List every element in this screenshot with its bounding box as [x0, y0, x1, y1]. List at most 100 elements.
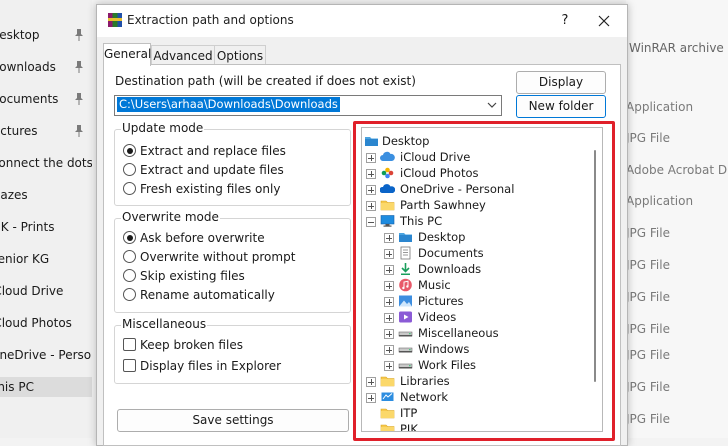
- nav-item[interactable]: Desktop: [0, 25, 92, 45]
- file-type-cell: JPG File: [626, 377, 670, 397]
- nav-item[interactable]: This PC: [0, 377, 92, 397]
- tab-advanced[interactable]: Advanced: [151, 45, 215, 66]
- new-folder-button[interactable]: New folder: [516, 95, 606, 118]
- update-mode-option-update[interactable]: Extract and update files: [123, 161, 284, 179]
- pin-icon: [75, 93, 83, 105]
- radio-button[interactable]: [123, 250, 136, 263]
- chevron-down-icon[interactable]: [486, 100, 498, 110]
- expand-icon[interactable]: [384, 361, 394, 371]
- photos-icon: [380, 166, 395, 180]
- nav-item-label: This PC: [0, 380, 34, 394]
- explorer-navigation-pane: Desktop Downloads Documents Pictures Connect…: [0, 0, 92, 438]
- radio-button[interactable]: [123, 288, 136, 301]
- network-icon: [380, 390, 395, 404]
- expand-icon[interactable]: [366, 201, 376, 211]
- nav-item[interactable]: Downloads: [0, 57, 92, 77]
- nav-item-label: OneDrive - Personal: [0, 348, 92, 362]
- explorer-file-list: WinRAR archive Application JPG File Adobe A…: [626, 0, 728, 438]
- expand-icon[interactable]: [384, 297, 394, 307]
- file-type-label: JPG File: [626, 348, 670, 362]
- nav-item[interactable]: Senior KG: [0, 249, 92, 269]
- nav-item[interactable]: Pictures: [0, 121, 92, 141]
- tree-item-label: OneDrive - Personal: [400, 182, 515, 196]
- display-button[interactable]: Display: [516, 71, 606, 94]
- update-mode-option-fresh[interactable]: Fresh existing files only: [123, 180, 280, 198]
- nav-item[interactable]: Connect the dots: [0, 153, 92, 173]
- expand-icon[interactable]: [384, 313, 394, 323]
- tree-item-label: Libraries: [400, 374, 450, 388]
- videos-icon: [398, 310, 413, 324]
- tab-general[interactable]: General: [103, 43, 151, 66]
- file-type-label: JPG File: [626, 131, 670, 145]
- drive-icon: [398, 326, 413, 340]
- extraction-dialog: Extraction path and options ? General Ad…: [96, 4, 628, 446]
- nav-item[interactable]: [0, 0, 92, 13]
- destination-path-label: Destination path (will be created if doe…: [115, 74, 416, 88]
- pin-icon: [75, 29, 83, 41]
- radio-button[interactable]: [123, 163, 136, 176]
- dialog-title: Extraction path and options: [127, 13, 294, 27]
- tree-item-label: Miscellaneous: [418, 326, 499, 340]
- folder-tree[interactable]: Desktop iCloud Drive iCloud Photos OneDrive…: [361, 127, 603, 432]
- tab-options[interactable]: Options: [214, 45, 266, 66]
- option-label: Rename automatically: [140, 288, 275, 302]
- tree-item-label: This PC: [400, 214, 443, 228]
- nav-item-label: iCloud Drive: [0, 284, 64, 298]
- tree-item-label: Network: [400, 390, 449, 404]
- expand-icon[interactable]: [366, 169, 376, 179]
- save-settings-button[interactable]: Save settings: [117, 409, 349, 432]
- expand-icon[interactable]: [366, 377, 376, 387]
- radio-button[interactable]: [123, 182, 136, 195]
- expand-icon[interactable]: [366, 393, 376, 403]
- expand-icon[interactable]: [384, 281, 394, 291]
- file-type-cell: WinRAR archive: [626, 38, 724, 58]
- collapse-icon[interactable]: [366, 217, 376, 227]
- destination-path-input[interactable]: C:\Users\arhaa\Downloads\Downloads: [114, 95, 502, 116]
- file-type-label: JPG File: [626, 322, 670, 336]
- nav-item-label: iCloud Photos: [0, 316, 72, 330]
- nav-item[interactable]: iCloud Drive: [0, 281, 92, 301]
- radio-button[interactable]: [123, 144, 136, 157]
- expand-icon[interactable]: [366, 153, 376, 163]
- close-button[interactable]: [591, 9, 617, 33]
- checkbox[interactable]: [123, 338, 136, 351]
- nav-item[interactable]: iCloud Photos: [0, 313, 92, 333]
- miscellaneous-title: Miscellaneous: [121, 317, 208, 331]
- nav-item-label: Connect the dots: [0, 156, 92, 170]
- nav-item-label: Senior KG: [0, 252, 50, 266]
- nav-item[interactable]: Mazes: [0, 185, 92, 205]
- folder-icon: [380, 198, 395, 212]
- checkbox[interactable]: [123, 359, 136, 372]
- display-in-explorer-option[interactable]: Display files in Explorer: [123, 357, 281, 375]
- keep-broken-files-option[interactable]: Keep broken files: [123, 336, 243, 354]
- expand-icon[interactable]: [384, 265, 394, 275]
- nav-item[interactable]: Documents: [0, 89, 92, 109]
- file-type-label: JPG File: [626, 226, 670, 240]
- desktop-folder-icon: [364, 134, 379, 148]
- expand-icon[interactable]: [384, 249, 394, 259]
- update-mode-group: Update mode Extract and replace files Ex…: [114, 121, 351, 206]
- overwrite-option-rename[interactable]: Rename automatically: [123, 286, 275, 304]
- tree-scrollbar[interactable]: [594, 150, 596, 382]
- radio-button[interactable]: [123, 269, 136, 282]
- tree-item-label: Documents: [418, 246, 484, 260]
- file-type-cell: Application: [626, 191, 693, 211]
- expand-icon[interactable]: [384, 233, 394, 243]
- overwrite-option-skip[interactable]: Skip existing files: [123, 267, 245, 285]
- tree-item-label: Desktop: [418, 230, 466, 244]
- overwrite-option-ask[interactable]: Ask before overwrite: [123, 229, 265, 247]
- expand-icon[interactable]: [384, 345, 394, 355]
- expand-icon[interactable]: [384, 329, 394, 339]
- desktop-folder-icon: [398, 230, 413, 244]
- radio-button[interactable]: [123, 231, 136, 244]
- help-button[interactable]: ?: [552, 9, 578, 33]
- overwrite-mode-group: Overwrite mode Ask before overwrite Over…: [114, 210, 351, 313]
- winrar-app-icon: [108, 13, 122, 27]
- update-mode-option-replace[interactable]: Extract and replace files: [123, 142, 286, 160]
- drive-icon: [398, 342, 413, 356]
- update-mode-title: Update mode: [121, 121, 205, 135]
- nav-item[interactable]: PJK - Prints: [0, 217, 92, 237]
- overwrite-option-no-prompt[interactable]: Overwrite without prompt: [123, 248, 295, 266]
- expand-icon[interactable]: [366, 185, 376, 195]
- nav-item[interactable]: OneDrive - Personal: [0, 345, 92, 365]
